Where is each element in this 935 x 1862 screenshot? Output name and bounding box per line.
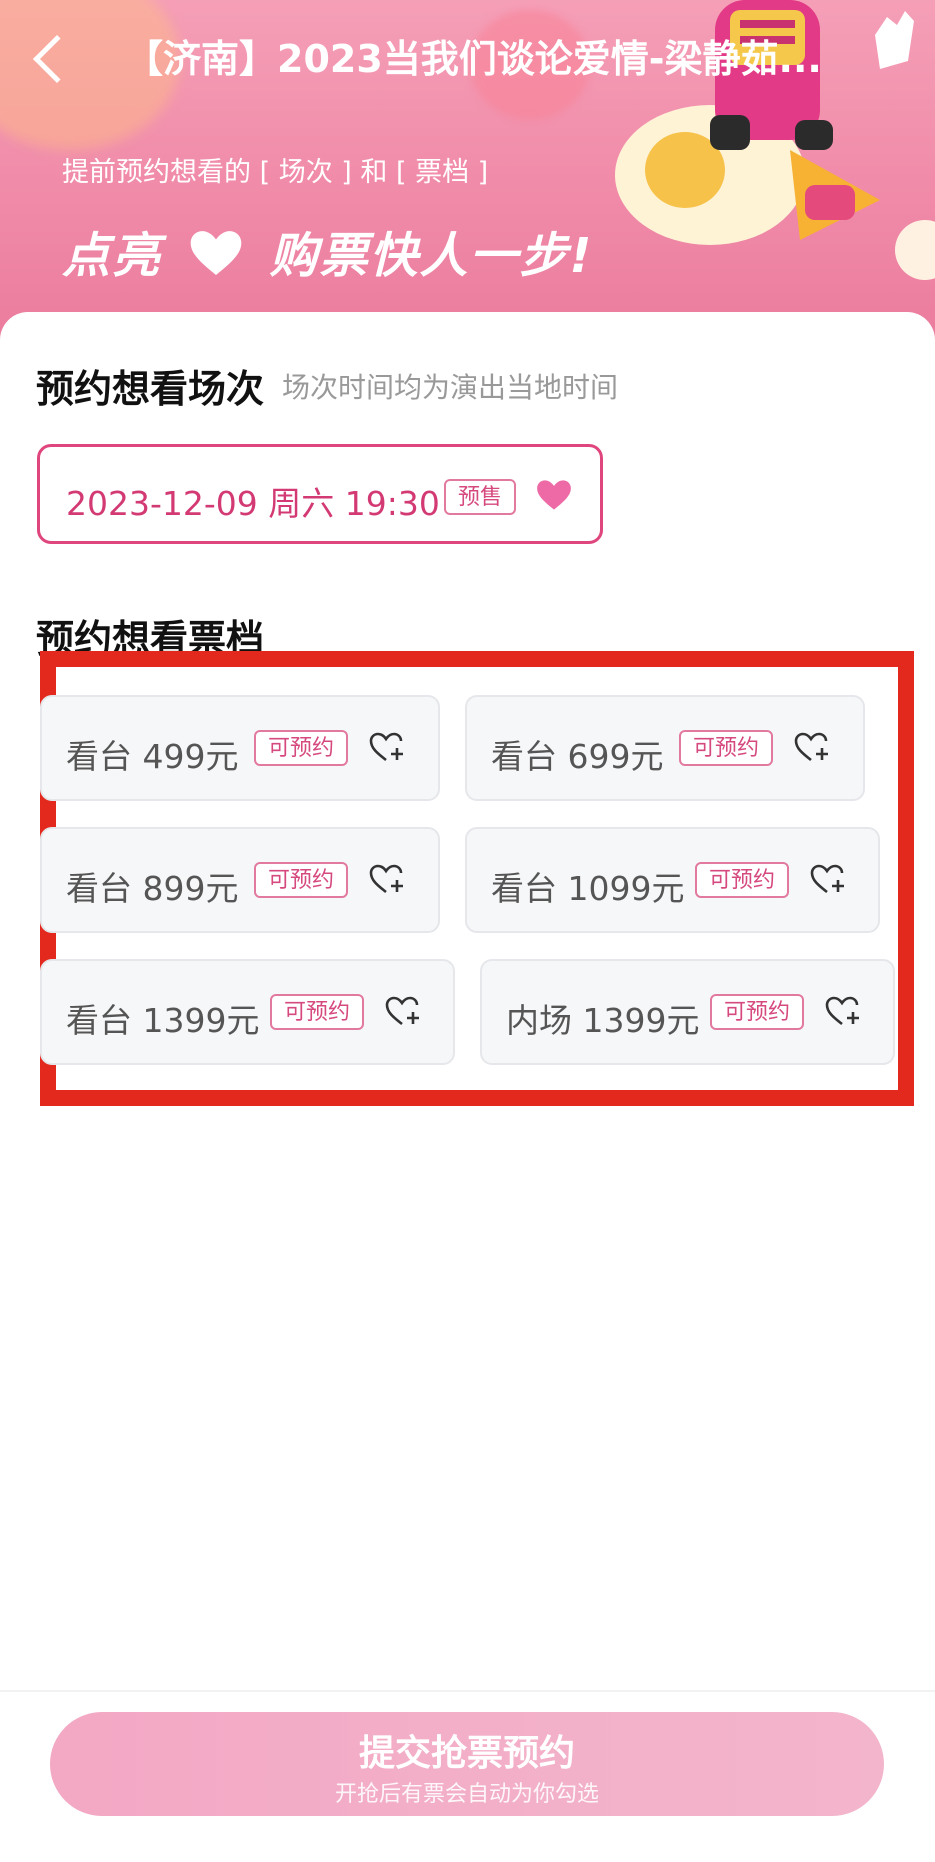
heart-add-icon[interactable] [824,993,864,1033]
heart-add-icon[interactable] [809,861,849,901]
tier-label: 看台 899元 [66,869,239,908]
heart-add-icon[interactable] [368,729,408,769]
tier-option[interactable]: 看台 899元 可预约 [40,827,440,933]
slogan-right: 购票快人一步! [269,228,594,284]
tier-option[interactable]: 内场 1399元 可预约 [480,959,895,1065]
reservable-badge: 可预约 [710,994,805,1030]
tier-label: 看台 699元 [491,737,664,776]
banner-slogan: 点亮 购票快人一步! [62,216,593,289]
heart-icon [189,229,243,289]
presale-badge: 预售 [444,479,517,515]
heart-filled-icon [536,479,572,515]
slogan-left: 点亮 [62,228,163,284]
reservable-badge: 可预约 [270,994,365,1030]
heart-add-icon[interactable] [368,861,408,901]
reservable-badge: 可预约 [254,730,349,766]
sessions-title: 预约想看场次 [36,367,265,411]
submit-sublabel: 开抢后有票会自动为你勾选 [334,1782,599,1807]
tier-label: 看台 1399元 [66,1001,260,1040]
reservable-badge: 可预约 [254,862,349,898]
tier-label: 看台 499元 [66,737,239,776]
submit-reservation-button[interactable]: 提交抢票预约 开抢后有票会自动为你勾选 [50,1712,884,1816]
tier-option[interactable]: 看台 1099元 可预约 [465,827,880,933]
page-title: 【济南】2023当我们谈论爱情-梁静茹... [125,37,822,81]
submit-label: 提交抢票预约 [358,1733,575,1774]
tier-option[interactable]: 看台 1399元 可预约 [40,959,455,1065]
session-option[interactable]: 2023-12-09 周六 19:30 预售 [37,444,603,544]
tier-option[interactable]: 看台 499元 可预约 [40,695,440,801]
heart-add-icon[interactable] [793,729,833,769]
heart-add-icon[interactable] [384,993,424,1033]
reservable-badge: 可预约 [679,730,774,766]
banner-subtitle: 提前预约想看的 [ 场次 ] 和 [ 票档 ] [62,157,489,188]
reservable-badge: 可预约 [695,862,790,898]
header-banner: 【济南】2023当我们谈论爱情-梁静茹... 提前预约想看的 [ 场次 ] 和 … [0,0,935,360]
tier-label: 看台 1099元 [491,869,685,908]
session-datetime: 2023-12-09 周六 19:30 [66,484,440,523]
footer-divider [0,1690,935,1692]
tier-label: 内场 1399元 [506,1001,700,1040]
sessions-note: 场次时间均为演出当地时间 [282,371,619,404]
tier-option[interactable]: 看台 699元 可预约 [465,695,865,801]
